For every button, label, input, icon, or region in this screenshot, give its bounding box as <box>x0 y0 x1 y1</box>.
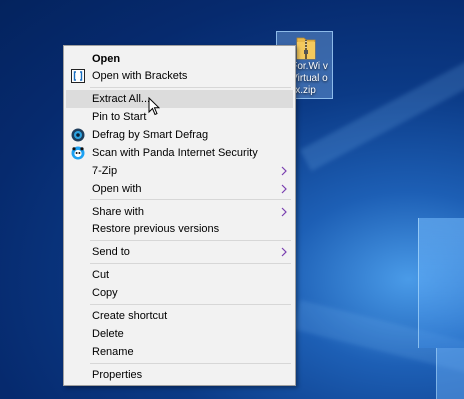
menu-item-7zip[interactable]: 7-Zip <box>66 162 293 180</box>
menu-item-restore-previous-versions[interactable]: Restore previous versions <box>66 220 293 238</box>
menu-item-label: Defrag by Smart Defrag <box>92 129 209 141</box>
menu-item-copy[interactable]: Copy <box>66 284 293 302</box>
mouse-pointer-icon <box>148 97 160 116</box>
menu-item-delete[interactable]: Delete <box>66 325 293 343</box>
menu-item-share-with[interactable]: Share with <box>66 203 293 221</box>
submenu-arrow-icon <box>281 207 287 217</box>
menu-item-cut[interactable]: Cut <box>66 266 293 284</box>
menu-item-label: Open with Brackets <box>92 70 188 82</box>
zip-folder-icon <box>296 37 316 60</box>
menu-item-label: Create shortcut <box>92 310 168 322</box>
submenu-arrow-icon <box>281 166 287 176</box>
menu-item-label: Send to <box>92 246 130 258</box>
menu-item-label: Open <box>92 53 121 65</box>
menu-separator <box>90 87 291 88</box>
menu-item-open-with[interactable]: Open with <box>66 180 293 198</box>
wallpaper-window-pane <box>436 348 464 399</box>
menu-item-properties[interactable]: Properties <box>66 366 293 384</box>
menu-separator <box>90 263 291 264</box>
menu-item-label: Scan with Panda Internet Security <box>92 147 258 159</box>
wallpaper-window-pane <box>418 218 464 348</box>
smart-defrag-icon <box>71 128 85 142</box>
brackets-icon <box>71 69 85 83</box>
submenu-arrow-icon <box>281 184 287 194</box>
menu-item-create-shortcut[interactable]: Create shortcut <box>66 307 293 325</box>
context-menu: Open Open with Brackets Extract All... P… <box>63 45 296 386</box>
menu-item-label: Delete <box>92 328 124 340</box>
menu-item-label: Rename <box>92 346 134 358</box>
menu-separator <box>90 304 291 305</box>
submenu-arrow-icon <box>281 247 287 257</box>
menu-item-pin-to-start[interactable]: Pin to Start <box>66 108 293 126</box>
menu-item-label: Cut <box>92 269 110 281</box>
menu-item-label: Open with <box>92 183 142 195</box>
menu-item-label: Copy <box>92 287 118 299</box>
menu-item-extract-all[interactable]: Extract All... <box>66 90 293 108</box>
menu-item-label: Restore previous versions <box>92 223 220 235</box>
menu-separator <box>90 240 291 241</box>
menu-item-open-with-brackets[interactable]: Open with Brackets <box>66 67 293 85</box>
menu-item-label: Share with <box>92 206 144 218</box>
menu-separator <box>90 199 291 200</box>
menu-item-label: Extract All... <box>92 93 151 105</box>
menu-item-send-to[interactable]: Send to <box>66 243 293 261</box>
menu-item-defrag[interactable]: Defrag by Smart Defrag <box>66 126 293 144</box>
menu-separator <box>90 363 291 364</box>
panda-security-icon <box>71 146 85 160</box>
menu-item-rename[interactable]: Rename <box>66 343 293 361</box>
menu-item-label: Properties <box>92 369 143 381</box>
menu-item-open[interactable]: Open <box>66 50 293 68</box>
menu-item-scan-panda[interactable]: Scan with Panda Internet Security <box>66 144 293 162</box>
menu-item-label: 7-Zip <box>92 165 118 177</box>
menu-item-label: Pin to Start <box>92 111 147 123</box>
